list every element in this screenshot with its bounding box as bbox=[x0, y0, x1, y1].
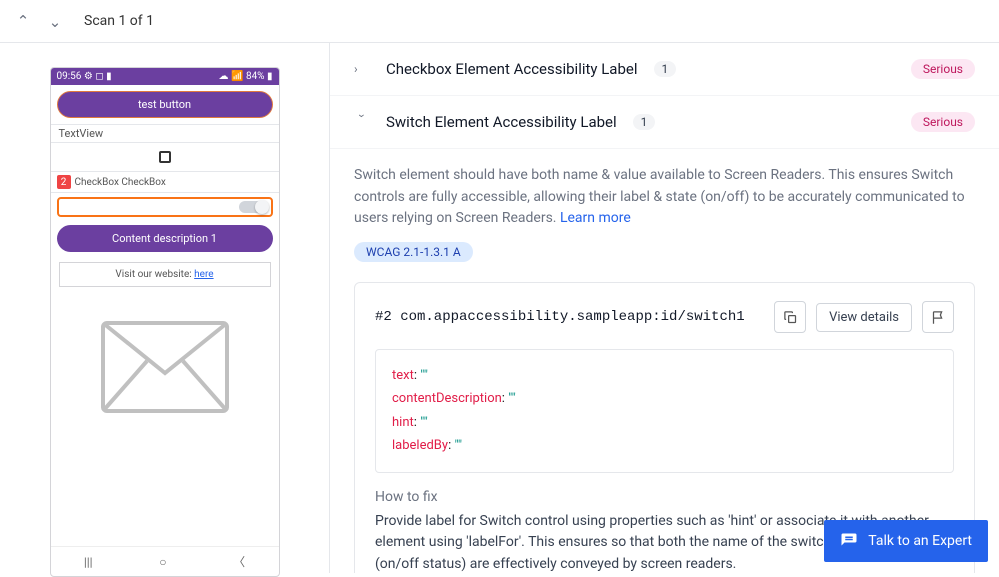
topbar: ⌃ ⌃ Scan 1 of 1 bbox=[0, 0, 999, 43]
talk-to-expert-button[interactable]: Talk to an Expert bbox=[824, 520, 988, 562]
issue-row-checkbox[interactable]: › Checkbox Element Accessibility Label 1… bbox=[330, 43, 999, 96]
visit-box: Visit our website: here bbox=[59, 262, 271, 287]
severity-badge: Serious bbox=[911, 59, 975, 79]
nav-recent-icon[interactable]: ||| bbox=[84, 555, 93, 569]
copy-icon[interactable] bbox=[774, 301, 806, 333]
checkbox-row: 2 CheckBox CheckBox bbox=[51, 172, 279, 193]
issue-count: 1 bbox=[633, 114, 656, 130]
wcag-badge: WCAG 2.1-1.3.1 A bbox=[354, 242, 473, 262]
chevron-down-icon[interactable]: › bbox=[355, 114, 369, 130]
next-scan-icon[interactable]: ⌃ bbox=[46, 12, 64, 30]
issue-title: Checkbox Element Accessibility Label bbox=[386, 60, 638, 78]
switch-toggle-icon[interactable] bbox=[239, 201, 267, 213]
visit-prefix: Visit our website: bbox=[115, 269, 194, 280]
visit-link[interactable]: here bbox=[194, 269, 213, 280]
nav-home-icon[interactable]: ○ bbox=[159, 555, 166, 569]
issue-count: 1 bbox=[654, 61, 677, 77]
element-id: #2 com.appaccessibility.sampleapp:id/swi… bbox=[375, 309, 764, 325]
flag-icon[interactable] bbox=[922, 301, 954, 333]
howto-title: How to fix bbox=[375, 489, 954, 505]
checkbox-icon[interactable] bbox=[159, 151, 171, 163]
envelope-image bbox=[51, 293, 279, 546]
main: 09:56 ⚙ ◻ ▮ ☁ 📶 84% ▮ test button TextVi… bbox=[0, 43, 999, 573]
checkbox-label: CheckBox CheckBox bbox=[75, 177, 166, 188]
learn-more-link[interactable]: Learn more bbox=[560, 210, 631, 226]
issues-pane: › Checkbox Element Accessibility Label 1… bbox=[330, 43, 999, 573]
detail-header: #2 com.appaccessibility.sampleapp:id/swi… bbox=[375, 301, 954, 333]
severity-badge: Serious bbox=[911, 112, 975, 132]
switch-highlight[interactable] bbox=[57, 197, 273, 217]
phone-mock: 09:56 ⚙ ◻ ▮ ☁ 📶 84% ▮ test button TextVi… bbox=[50, 67, 280, 577]
prev-scan-icon[interactable]: ⌃ bbox=[14, 12, 32, 30]
preview-pane: 09:56 ⚙ ◻ ▮ ☁ 📶 84% ▮ test button TextVi… bbox=[0, 43, 330, 573]
status-left: 09:56 ⚙ ◻ ▮ bbox=[57, 71, 112, 82]
chat-icon bbox=[840, 532, 858, 550]
expert-label: Talk to an Expert bbox=[868, 533, 972, 549]
textview-label: TextView bbox=[51, 124, 279, 143]
status-right: ☁ 📶 84% ▮ bbox=[219, 71, 273, 82]
code-properties: text: "" contentDescription: "" hint: ""… bbox=[375, 349, 954, 473]
issue-count-badge: 2 bbox=[57, 175, 71, 189]
nav-back-icon[interactable]: 〈 bbox=[233, 553, 245, 570]
issue-row-switch[interactable]: › Switch Element Accessibility Label 1 S… bbox=[330, 96, 999, 149]
issue-description: Switch element should have both name & v… bbox=[330, 149, 999, 238]
content-description-button[interactable]: Content description 1 bbox=[57, 225, 273, 252]
phone-statusbar: 09:56 ⚙ ◻ ▮ ☁ 📶 84% ▮ bbox=[51, 68, 279, 85]
chevron-right-icon[interactable]: › bbox=[354, 62, 370, 76]
issue-title: Switch Element Accessibility Label bbox=[386, 113, 617, 131]
envelope-icon bbox=[95, 303, 235, 423]
checkbox-square-row bbox=[51, 143, 279, 172]
scan-counter: Scan 1 of 1 bbox=[84, 13, 154, 29]
test-button[interactable]: test button bbox=[57, 91, 273, 118]
view-details-button[interactable]: View details bbox=[816, 303, 912, 332]
phone-navbar: ||| ○ 〈 bbox=[51, 546, 279, 576]
